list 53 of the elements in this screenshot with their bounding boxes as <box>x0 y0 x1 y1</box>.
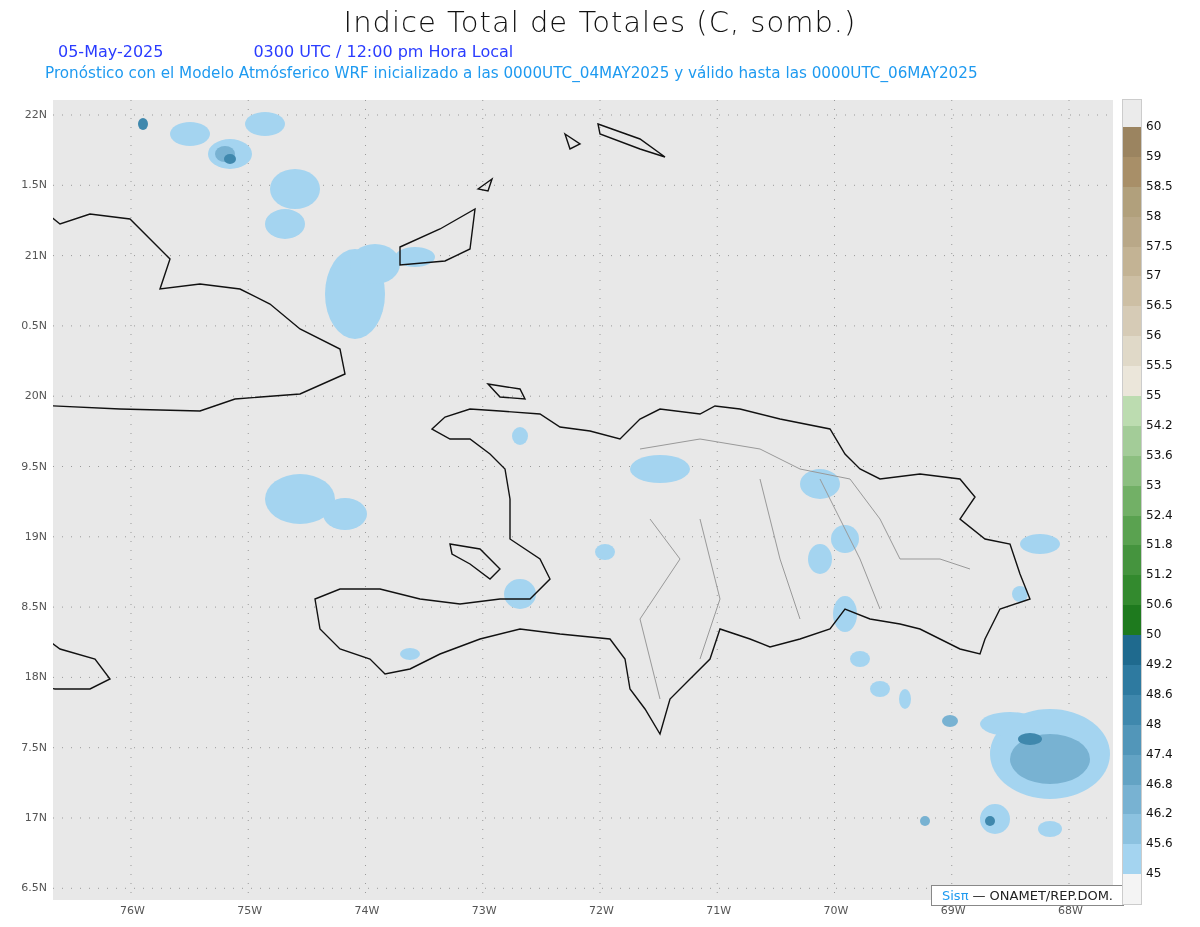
latitude-label: 1.5N <box>21 178 47 192</box>
color-scale-label: 54.2 <box>1146 417 1173 432</box>
color-scale-label: 60 <box>1146 119 1162 133</box>
color-scale-label: 51.2 <box>1146 567 1173 582</box>
longitude-label: 74W <box>354 904 380 917</box>
latitude-label: 22N <box>24 108 47 121</box>
color-scale-label: 47.4 <box>1146 746 1173 761</box>
latitude-label: 17N <box>24 811 47 824</box>
latitude-label: 21N <box>24 248 47 262</box>
color-scale-label: 59 <box>1146 148 1162 163</box>
longitude-label: 70W <box>823 904 849 917</box>
model-run-info: Pronóstico con el Modelo Atmósferico WRF inicializado a las 0000UTC_04MAY2025 y válido hasta las 0000UTC_06MAY2025 <box>44 63 979 84</box>
color-scale-label: 50.6 <box>1146 597 1173 612</box>
longitude-label: 71W <box>706 904 732 917</box>
longitude-label: 68W <box>1058 904 1083 917</box>
color-scale-label: 46.8 <box>1146 776 1173 791</box>
color-scale-label: 53.6 <box>1146 447 1173 462</box>
color-scale-label: 48 <box>1146 716 1162 731</box>
color-scale-label: 56 <box>1146 328 1162 343</box>
color-scale-label: 55.5 <box>1146 358 1173 373</box>
color-scale-label: 48.6 <box>1146 686 1173 701</box>
longitude-label: 76W <box>120 904 145 917</box>
map-title: Indice Total de Totales (C, somb.) <box>342 4 858 40</box>
color-scale-segment <box>1123 100 1141 127</box>
color-scale-label: 46.2 <box>1146 806 1173 821</box>
color-scale-label: 53 <box>1146 477 1162 492</box>
latitude-label: 6.5N <box>21 881 47 895</box>
color-scale-label: 52.4 <box>1146 507 1173 522</box>
longitude-label: 73W <box>471 904 497 917</box>
color-scale-label: 51.8 <box>1146 537 1173 552</box>
latitude-label: 19N <box>24 529 47 543</box>
color-scale-label: 49.2 <box>1146 657 1173 672</box>
color-scale-label: 50 <box>1146 627 1162 642</box>
color-scale-label: 57.5 <box>1146 238 1173 253</box>
color-scale-label: 58 <box>1146 208 1162 223</box>
forecast-date: 05-May-2025 <box>58 41 164 61</box>
latitude-label: 18N <box>24 670 47 684</box>
latitude-label: 9.5N <box>21 459 47 473</box>
color-scale-label: 56.5 <box>1146 298 1173 313</box>
latitude-label: 0.5N <box>21 318 47 332</box>
latitude-label: 20N <box>24 389 47 403</box>
latitude-label: 8.5N <box>21 600 47 614</box>
forecast-time: 0300 UTC / 12:00 pm Hora Local <box>253 41 514 61</box>
longitude-label: 72W <box>589 904 614 917</box>
credit-label: Sisπ — ONAMET/REP.DOM. <box>931 885 1124 906</box>
color-scale-label: 45.6 <box>1146 836 1173 851</box>
color-scale-label: 58.5 <box>1146 178 1173 193</box>
color-scale-label: 55 <box>1146 388 1162 402</box>
latitude-label: 7.5N <box>21 740 47 754</box>
color-scale-label: 57 <box>1146 268 1162 283</box>
longitude-label: 75W <box>237 904 263 917</box>
color-scale-label: 45 <box>1146 866 1162 881</box>
longitude-label: 69W <box>940 904 966 917</box>
